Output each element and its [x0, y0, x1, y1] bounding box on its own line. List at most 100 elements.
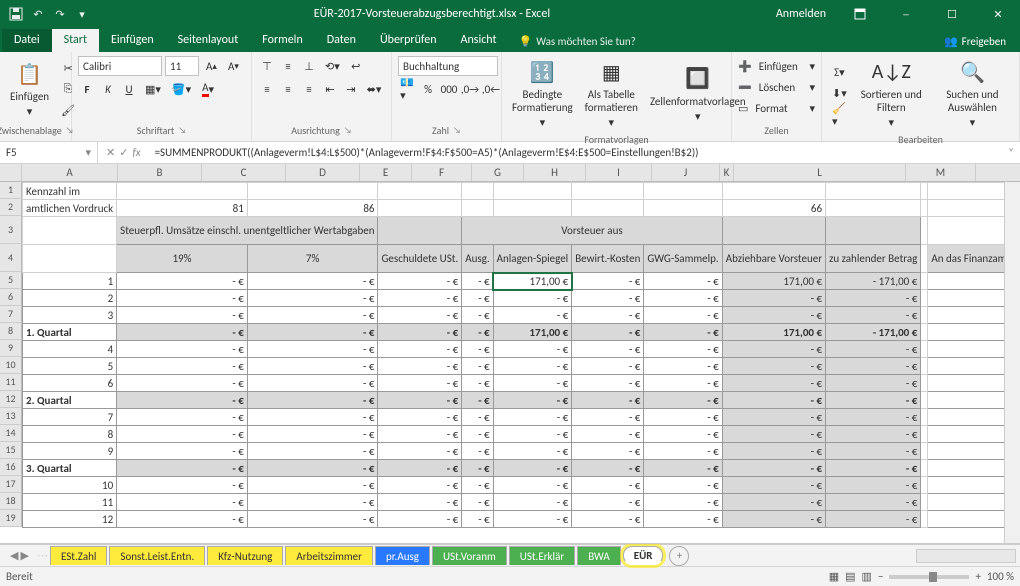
cell[interactable]: - €: [378, 307, 462, 324]
bold-button[interactable]: F: [78, 79, 96, 99]
cell[interactable]: 171,00 €: [493, 273, 572, 290]
cell[interactable]: [826, 183, 921, 200]
cell[interactable]: Steuerpfl. Umsätze einschl. unentgeltlic…: [117, 217, 378, 245]
cell[interactable]: - €: [722, 511, 825, 528]
cell[interactable]: - €: [462, 324, 493, 341]
cell[interactable]: - €: [247, 290, 378, 307]
page-layout-view-icon[interactable]: ▤: [845, 570, 855, 583]
select-all-button[interactable]: [0, 164, 22, 181]
decrease-indent-icon[interactable]: ⇤: [321, 79, 339, 99]
cell[interactable]: - €: [462, 426, 493, 443]
cell[interactable]: - €: [572, 409, 644, 426]
cell[interactable]: 19%: [117, 245, 248, 273]
cell[interactable]: amtlichen Vordruck: [23, 200, 117, 217]
cell[interactable]: [921, 183, 928, 200]
comma-format-icon[interactable]: 000: [440, 79, 458, 99]
paste-button[interactable]: 📋 Einfügen▾: [6, 58, 53, 120]
cell[interactable]: - €: [644, 409, 722, 426]
cell[interactable]: - €: [826, 426, 921, 443]
tab-formulas[interactable]: Formeln: [250, 29, 314, 52]
cell[interactable]: - €: [572, 392, 644, 409]
cell[interactable]: - €: [826, 511, 921, 528]
cell[interactable]: - €: [493, 494, 572, 511]
cell[interactable]: - €: [493, 477, 572, 494]
cell[interactable]: - €: [644, 494, 722, 511]
decrease-font-icon[interactable]: A▾: [224, 56, 243, 76]
fx-icon[interactable]: fx: [132, 146, 140, 159]
cell[interactable]: - €: [462, 375, 493, 392]
row-header[interactable]: 4: [0, 244, 22, 272]
normal-view-icon[interactable]: ▦: [829, 570, 839, 583]
italic-button[interactable]: K: [99, 79, 117, 99]
cell[interactable]: - €: [826, 477, 921, 494]
cell[interactable]: - €: [572, 460, 644, 477]
cell[interactable]: - €: [644, 324, 722, 341]
cell[interactable]: - €: [826, 494, 921, 511]
column-header[interactable]: G: [472, 164, 524, 181]
row-header[interactable]: 2: [0, 199, 22, 216]
cell[interactable]: [921, 307, 928, 324]
delete-cells-button[interactable]: Löschen: [755, 77, 807, 97]
format-cells-button[interactable]: Format: [751, 98, 806, 118]
tab-view[interactable]: Ansicht: [449, 29, 509, 52]
cell[interactable]: 6: [23, 375, 117, 392]
sheet-tab[interactable]: Kfz-Nutzung: [207, 546, 283, 565]
cell[interactable]: - €: [462, 443, 493, 460]
cell[interactable]: - €: [493, 341, 572, 358]
cell[interactable]: - €: [462, 290, 493, 307]
maximize-button[interactable]: ☐: [930, 0, 974, 28]
sheet-nav-prev-icon[interactable]: ◀: [10, 549, 18, 562]
sheet-nav-next-icon[interactable]: ▶: [20, 549, 28, 562]
decrease-decimal-icon[interactable]: ,0←: [482, 79, 500, 99]
cell[interactable]: [644, 183, 722, 200]
redo-icon[interactable]: ↷: [52, 6, 68, 22]
cell[interactable]: - €: [247, 426, 378, 443]
cell[interactable]: - €: [826, 290, 921, 307]
cell[interactable]: - €: [378, 511, 462, 528]
cell[interactable]: - €: [462, 409, 493, 426]
cell[interactable]: - €: [644, 307, 722, 324]
cell[interactable]: - €: [247, 460, 378, 477]
column-header[interactable]: B: [118, 164, 202, 181]
cell[interactable]: - €: [117, 511, 248, 528]
cell[interactable]: GWG-Sammelp.: [644, 245, 722, 273]
tellme-input[interactable]: 💡 Was möchten Sie tun?: [509, 31, 646, 52]
cell[interactable]: - €: [493, 375, 572, 392]
dialog-launcher-icon[interactable]: ↘: [453, 125, 461, 136]
cell[interactable]: - €: [378, 460, 462, 477]
cell[interactable]: - €: [247, 392, 378, 409]
cell[interactable]: [493, 183, 572, 200]
merge-center-icon[interactable]: ⬌▾: [363, 79, 385, 99]
cell[interactable]: - €: [826, 341, 921, 358]
cell[interactable]: - €: [722, 307, 825, 324]
dialog-launcher-icon[interactable]: ↘: [344, 125, 352, 136]
cell[interactable]: - €: [462, 358, 493, 375]
cell[interactable]: - €: [493, 460, 572, 477]
cell[interactable]: - €: [493, 392, 572, 409]
cell[interactable]: - €: [247, 358, 378, 375]
cell[interactable]: 7: [23, 409, 117, 426]
cell[interactable]: - €: [247, 511, 378, 528]
cell[interactable]: 86: [247, 200, 378, 217]
cell[interactable]: - €: [644, 273, 722, 290]
cell[interactable]: - €: [117, 392, 248, 409]
cell[interactable]: - €: [493, 290, 572, 307]
row-header[interactable]: 3: [0, 216, 22, 244]
cell[interactable]: [921, 217, 928, 245]
font-name-combo[interactable]: Calibri: [78, 56, 162, 76]
cell[interactable]: [921, 477, 928, 494]
cell[interactable]: - €: [117, 460, 248, 477]
row-header[interactable]: 14: [0, 425, 22, 442]
cell[interactable]: - €: [572, 477, 644, 494]
cell[interactable]: - 171,00 €: [826, 324, 921, 341]
cell[interactable]: - €: [722, 494, 825, 511]
cell[interactable]: [921, 200, 928, 217]
tab-start[interactable]: Start: [52, 29, 99, 52]
cell[interactable]: - €: [644, 375, 722, 392]
increase-indent-icon[interactable]: ⇥: [342, 79, 360, 99]
tab-data[interactable]: Daten: [315, 29, 368, 52]
cell[interactable]: - €: [826, 375, 921, 392]
sheet-tab[interactable]: USt.Voranm: [432, 546, 507, 565]
cell[interactable]: Vorsteuer aus: [462, 217, 722, 245]
align-right-icon[interactable]: ≡: [300, 79, 318, 99]
